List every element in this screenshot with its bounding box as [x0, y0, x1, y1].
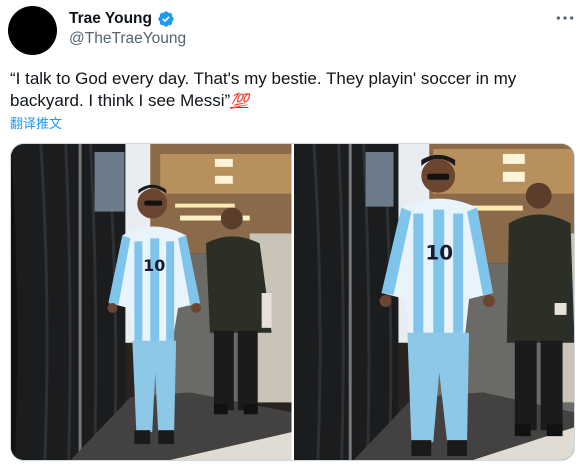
avatar[interactable] [8, 6, 57, 55]
photo-left[interactable]: 10 [11, 144, 292, 460]
more-options-icon[interactable] [552, 8, 578, 28]
tweet-text: “I talk to God every day. That's my best… [10, 68, 570, 113]
translate-tweet-link[interactable]: 翻译推文 [10, 113, 62, 132]
verified-badge-icon[interactable] [157, 10, 175, 28]
media-grid: 10 10 [10, 143, 575, 461]
hundred-points-emoji: 💯 [230, 93, 249, 110]
tweet-body: “I talk to God every day. That's my best… [10, 69, 517, 110]
jersey-number-left: 10 [143, 256, 165, 275]
author-name-row: Trae Young [69, 8, 175, 30]
tweet-card: Trae Young @TheTraeYoung “I talk to God … [0, 0, 586, 468]
jersey-number-right: 10 [425, 241, 453, 264]
author-handle[interactable]: @TheTraeYoung [69, 30, 186, 48]
author-display-name[interactable]: Trae Young [69, 10, 152, 28]
photo-right[interactable]: 10 [293, 144, 574, 460]
